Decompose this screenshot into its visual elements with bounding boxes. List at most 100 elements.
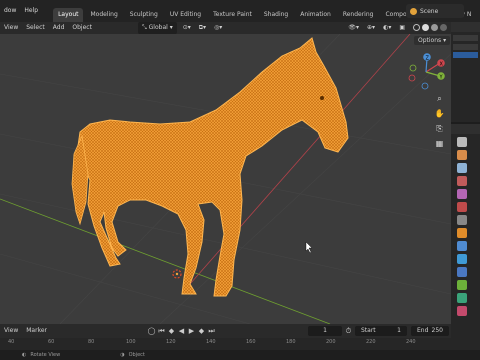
view-layer-tab-icon[interactable] — [457, 176, 467, 186]
start-value: 1 — [397, 327, 401, 334]
material-shading-icon[interactable] — [431, 24, 438, 31]
end-frame-field[interactable]: End 250 — [411, 326, 449, 336]
timeline-ruler[interactable]: 40 60 80 100 120 140 160 180 200 220 240 — [0, 338, 451, 350]
object-tab-icon[interactable] — [457, 228, 467, 238]
snap-icon[interactable]: ⧉▾ — [195, 22, 210, 34]
current-frame-field[interactable]: 1 — [308, 326, 342, 336]
menu-view[interactable]: View — [0, 22, 22, 34]
play-reverse-icon[interactable]: ◀ — [177, 327, 186, 336]
tab-layout[interactable]: Layout — [53, 8, 84, 22]
jump-start-icon[interactable]: ⏮ — [157, 327, 166, 336]
menu-help[interactable]: Help — [20, 0, 42, 22]
outliner-row[interactable] — [453, 35, 478, 41]
solid-shading-icon[interactable] — [422, 24, 429, 31]
timeline-tick: 140 — [206, 339, 216, 345]
record-icon[interactable]: ◯ — [147, 327, 156, 336]
mouse-right-icon: ◑ — [120, 352, 125, 358]
mouse-middle-icon: ◐ — [22, 352, 27, 358]
tab-animation[interactable]: Animation — [295, 8, 336, 22]
material-tab-icon[interactable] — [457, 306, 467, 316]
pivot-icon[interactable]: ⊙▾ — [179, 22, 195, 34]
clock-icon[interactable]: ⏱ — [344, 327, 353, 336]
scene-tab-icon[interactable] — [457, 189, 467, 199]
menu-add[interactable]: Add — [49, 22, 69, 34]
constraints-tab-icon[interactable] — [457, 280, 467, 290]
object-context-hint: Object — [128, 352, 145, 358]
timeline-tick: 40 — [8, 339, 15, 345]
prev-keyframe-icon[interactable]: ◆ — [167, 327, 176, 336]
menu-object[interactable]: Object — [68, 22, 96, 34]
overlays-icon[interactable]: ◐▾ — [379, 22, 395, 34]
tab-modeling[interactable]: Modeling — [85, 8, 122, 22]
transform-orientation-dropdown[interactable]: ⤡ Global ▾ — [137, 22, 177, 34]
output-tab-icon[interactable] — [457, 163, 467, 173]
options-label: Options — [418, 37, 442, 44]
scene-icon — [410, 7, 417, 15]
y-axis-line — [0, 198, 331, 324]
scene-selector[interactable]: Scene — [406, 4, 464, 18]
grid-view-icon[interactable]: ▦ — [433, 137, 446, 150]
camera-icon[interactable]: ⎘ — [433, 122, 446, 135]
status-bar: ◐ Rotate View ◑ Object — [0, 350, 480, 360]
rendered-shading-icon[interactable] — [440, 24, 447, 31]
shading-modes — [409, 22, 451, 34]
properties-panel[interactable] — [451, 124, 480, 360]
world-tab-icon[interactable] — [457, 202, 467, 212]
zoom-icon[interactable]: ⌕ — [433, 92, 446, 105]
play-icon[interactable]: ▶ — [187, 327, 196, 336]
menu-window[interactable]: dow — [0, 0, 20, 22]
gizmo-z-label: Z — [426, 56, 430, 62]
menu-select[interactable]: Select — [22, 22, 49, 34]
top-menu-bar: dow Help Layout Modeling Sculpting UV Ed… — [0, 0, 480, 22]
scene-name: Scene — [420, 7, 439, 15]
timeline-view-menu[interactable]: View — [0, 325, 22, 337]
tab-uv-editing[interactable]: UV Editing — [165, 8, 206, 22]
outliner-row[interactable] — [453, 44, 478, 50]
orientation-label: Global — [148, 24, 168, 31]
wireframe-shading-icon[interactable] — [413, 24, 420, 31]
3d-viewport[interactable]: X Y Z Options ▾ ⌕ ✋ ⎘ ▦ — [0, 34, 451, 324]
particles-tab-icon[interactable] — [457, 254, 467, 264]
timeline-marker-menu[interactable]: Marker — [22, 325, 51, 337]
end-value: 250 — [431, 327, 443, 334]
tool-tab-icon[interactable] — [457, 137, 467, 147]
gizmo-toggle-icon[interactable]: ⊕▾ — [363, 22, 379, 34]
timeline-tick: 180 — [286, 339, 296, 345]
end-label: End — [417, 327, 429, 334]
proportional-edit-icon[interactable]: ◎▾ — [210, 22, 226, 34]
rotate-view-hint: Rotate View — [30, 352, 61, 358]
start-frame-field[interactable]: Start 1 — [355, 326, 407, 336]
visibility-icon[interactable]: 👁▾ — [344, 22, 363, 34]
pan-hand-icon[interactable]: ✋ — [433, 107, 446, 120]
timeline-tick: 60 — [48, 339, 55, 345]
navigation-gizmo[interactable]: X Y Z — [408, 53, 445, 90]
render-tab-icon[interactable] — [457, 150, 467, 160]
tab-texture-paint[interactable]: Texture Paint — [208, 8, 257, 22]
physics-tab-icon[interactable] — [457, 267, 467, 277]
modifier-tab-icon[interactable] — [457, 241, 467, 251]
tab-rendering[interactable]: Rendering — [338, 8, 379, 22]
jump-end-icon[interactable]: ⏭ — [207, 327, 216, 336]
timeline-tick: 80 — [88, 339, 95, 345]
outliner-row-selected[interactable] — [453, 52, 478, 58]
xray-icon[interactable]: ▣ — [395, 22, 409, 34]
viewport-canvas: X Y Z — [0, 34, 451, 324]
timeline-tick: 120 — [166, 339, 176, 345]
properties-header — [451, 124, 480, 134]
timeline-header: View Marker ◯ ⏮ ◆ ◀ ▶ ◆ ⏭ 1 ⏱ Start 1 En… — [0, 324, 451, 338]
timeline-tick: 200 — [326, 339, 336, 345]
horse-mesh-wireframe[interactable] — [71, 37, 349, 297]
timeline-tick: 160 — [246, 339, 256, 345]
viewport-header: View Select Add Object ⤡ Global ▾ ⊙▾ ⧉▾ … — [0, 22, 451, 34]
orientation-icon: ⤡ — [141, 24, 149, 31]
options-dropdown[interactable]: Options ▾ — [414, 36, 451, 45]
mouse-pointer-icon — [305, 241, 313, 254]
3d-cursor[interactable] — [172, 269, 182, 279]
collection-tab-icon[interactable] — [457, 215, 467, 225]
tab-sculpting[interactable]: Sculpting — [125, 8, 163, 22]
data-tab-icon[interactable] — [457, 293, 467, 303]
outliner-panel[interactable] — [451, 22, 480, 122]
tab-shading[interactable]: Shading — [259, 8, 293, 22]
timeline-tick: 240 — [406, 339, 416, 345]
next-keyframe-icon[interactable]: ◆ — [197, 327, 206, 336]
